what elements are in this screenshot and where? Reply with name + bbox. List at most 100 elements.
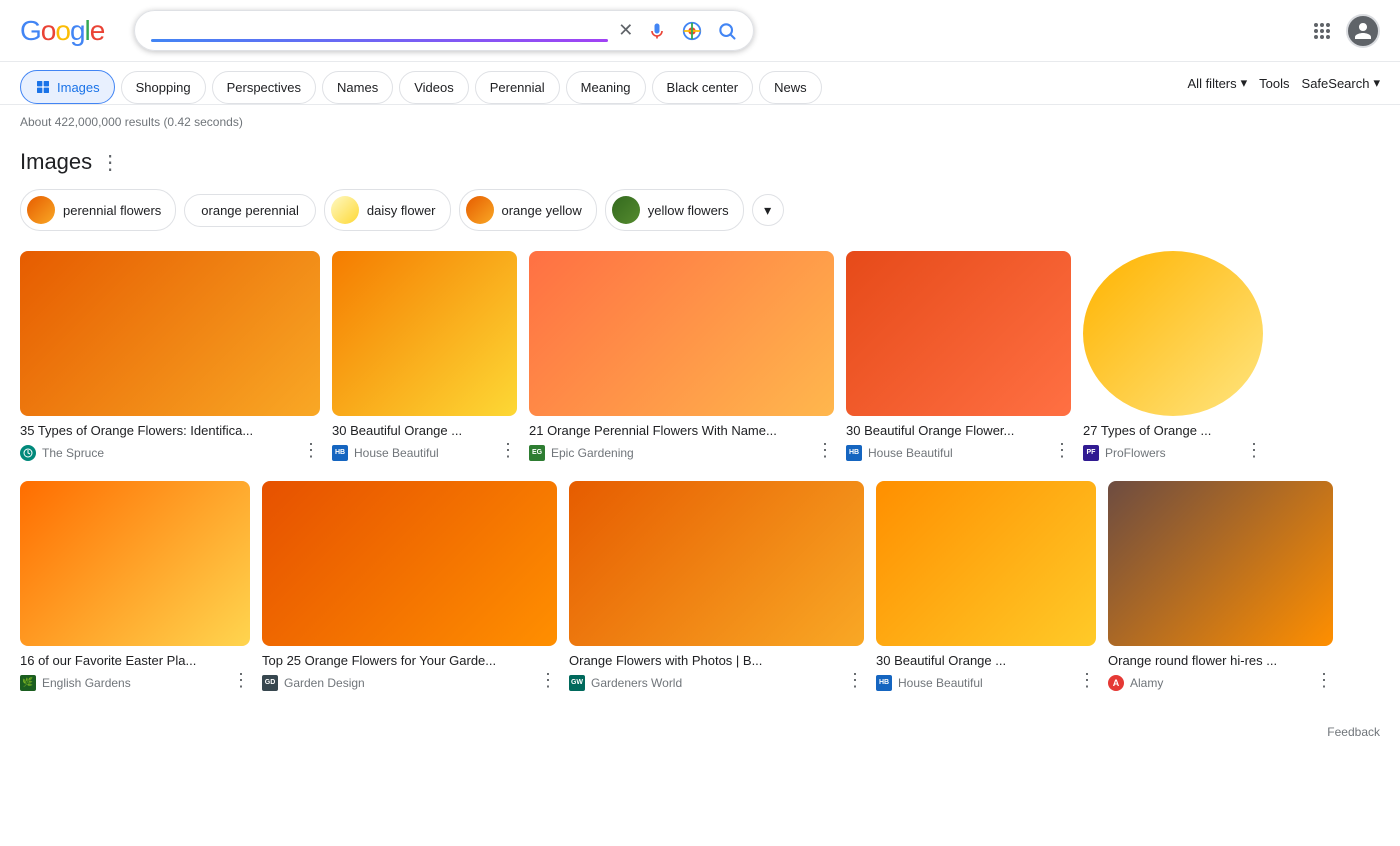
tools-button[interactable]: Tools	[1259, 76, 1289, 91]
card-source-row-5: PF ProFlowers ⋮	[1083, 440, 1263, 461]
tab-news[interactable]: News	[759, 71, 822, 104]
card-source-row-10: A Alamy ⋮	[1108, 670, 1333, 691]
card-menu-2[interactable]: ⋮	[499, 440, 517, 461]
image-chips: perennial flowers orange perennial daisy…	[20, 189, 1380, 231]
card-source-7: GD Garden Design	[262, 675, 365, 691]
card-source-1: The Spruce	[20, 445, 104, 461]
card-source-row-4: HB House Beautiful ⋮	[846, 440, 1071, 461]
card-menu-3[interactable]: ⋮	[816, 440, 834, 461]
tab-black-center-label: Black center	[667, 80, 739, 95]
card-title-10: Orange round flower hi-res ...	[1108, 652, 1333, 670]
tab-black-center[interactable]: Black center	[652, 71, 754, 104]
image-search-button[interactable]	[681, 20, 703, 42]
card-source-row-1: The Spruce ⋮	[20, 440, 320, 461]
chip-perennial-label: perennial flowers	[63, 203, 161, 218]
card-menu-1[interactable]: ⋮	[302, 440, 320, 461]
image-card-10[interactable]: Orange round flower hi-res ... A Alamy ⋮	[1108, 481, 1333, 691]
grid-dot	[1326, 23, 1330, 27]
image-card-1[interactable]: 35 Types of Orange Flowers: Identifica..…	[20, 251, 320, 461]
source-logo-1	[20, 445, 36, 461]
search-bar: round orange flower ✕	[134, 10, 754, 51]
image-grid-row-1: 35 Types of Orange Flowers: Identifica..…	[20, 251, 1380, 461]
tab-meaning-label: Meaning	[581, 80, 631, 95]
safesearch-button[interactable]: SafeSearch ▾	[1302, 75, 1380, 91]
apps-icon[interactable]	[1314, 23, 1330, 39]
tab-videos[interactable]: Videos	[399, 71, 469, 104]
chip-yellow-flowers[interactable]: yellow flowers	[605, 189, 744, 231]
tab-perennial[interactable]: Perennial	[475, 71, 560, 104]
chip-daisy-label: daisy flower	[367, 203, 436, 218]
card-title-8: Orange Flowers with Photos | B...	[569, 652, 864, 670]
image-card-6[interactable]: 16 of our Favorite Easter Pla... 🌿 Engli…	[20, 481, 250, 691]
search-input[interactable]: round orange flower	[151, 19, 608, 37]
source-logo-4: HB	[846, 445, 862, 461]
card-menu-10[interactable]: ⋮	[1315, 670, 1333, 691]
card-title-1: 35 Types of Orange Flowers: Identifica..…	[20, 422, 320, 440]
tab-meaning[interactable]: Meaning	[566, 71, 646, 104]
user-avatar[interactable]	[1346, 14, 1380, 48]
image-card-2[interactable]: 30 Beautiful Orange ... HB House Beautif…	[332, 251, 517, 461]
card-title-2: 30 Beautiful Orange ...	[332, 422, 517, 440]
source-logo-6: 🌿	[20, 675, 36, 691]
images-menu-icon[interactable]: ⋮	[100, 150, 120, 175]
card-menu-5[interactable]: ⋮	[1245, 440, 1263, 461]
image-placeholder-9	[876, 481, 1096, 646]
chip-orange-yellow[interactable]: orange yellow	[459, 189, 597, 231]
all-filters-button[interactable]: All filters ▾	[1188, 75, 1248, 91]
card-title-6: 16 of our Favorite Easter Pla...	[20, 652, 250, 670]
card-menu-7[interactable]: ⋮	[539, 670, 557, 691]
tab-names[interactable]: Names	[322, 71, 393, 104]
chip-yellow-flowers-img	[612, 196, 640, 224]
card-source-row-8: GW Gardeners World ⋮	[569, 670, 864, 691]
source-name-1: The Spruce	[42, 446, 104, 460]
card-source-2: HB House Beautiful	[332, 445, 439, 461]
grid-dot	[1320, 35, 1324, 39]
tools-label: Tools	[1259, 76, 1289, 91]
source-logo-8: GW	[569, 675, 585, 691]
grid-dot	[1314, 23, 1318, 27]
voice-search-button[interactable]	[647, 21, 667, 41]
image-card-3[interactable]: 21 Orange Perennial Flowers With Name...…	[529, 251, 834, 461]
card-source-6: 🌿 English Gardens	[20, 675, 131, 691]
card-source-row-7: GD Garden Design ⋮	[262, 670, 557, 691]
chip-perennial[interactable]: perennial flowers	[20, 189, 176, 231]
source-logo-5: PF	[1083, 445, 1099, 461]
image-wrapper-6	[20, 481, 250, 646]
card-source-row-6: 🌿 English Gardens ⋮	[20, 670, 250, 691]
image-placeholder-4	[846, 251, 1071, 416]
chip-daisy[interactable]: daisy flower	[324, 189, 451, 231]
clear-search-button[interactable]: ✕	[618, 20, 633, 41]
tab-images-label: Images	[57, 80, 100, 95]
tab-images[interactable]: Images	[20, 70, 115, 104]
image-card-8[interactable]: Orange Flowers with Photos | B... GW Gar…	[569, 481, 864, 691]
grid-dot	[1326, 29, 1330, 33]
tab-perspectives[interactable]: Perspectives	[212, 71, 316, 104]
grid-dot	[1314, 35, 1318, 39]
feedback-label: Feedback	[1327, 725, 1380, 739]
source-name-7: Garden Design	[284, 676, 365, 690]
card-menu-6[interactable]: ⋮	[232, 670, 250, 691]
source-logo-7: GD	[262, 675, 278, 691]
source-logo-9: HB	[876, 675, 892, 691]
card-menu-8[interactable]: ⋮	[846, 670, 864, 691]
source-logo-3: EG	[529, 445, 545, 461]
image-card-7[interactable]: Top 25 Orange Flowers for Your Garde... …	[262, 481, 557, 691]
search-submit-button[interactable]	[717, 21, 737, 41]
image-card-9[interactable]: 30 Beautiful Orange ... HB House Beautif…	[876, 481, 1096, 691]
chips-expand-button[interactable]: ▾	[752, 194, 784, 226]
image-wrapper-10	[1108, 481, 1333, 646]
image-card-4[interactable]: 30 Beautiful Orange Flower... HB House B…	[846, 251, 1071, 461]
chips-expand-icon: ▾	[764, 202, 771, 219]
grid-dot	[1320, 23, 1324, 27]
tab-perspectives-label: Perspectives	[227, 80, 301, 95]
chip-orange-perennial[interactable]: orange perennial	[184, 194, 316, 227]
image-card-5[interactable]: 27 Types of Orange ... PF ProFlowers ⋮	[1083, 251, 1263, 461]
tab-shopping[interactable]: Shopping	[121, 71, 206, 104]
logo-letter-o2: o	[55, 15, 70, 47]
chip-orange-yellow-label: orange yellow	[502, 203, 582, 218]
feedback[interactable]: Feedback	[0, 721, 1400, 743]
card-source-5: PF ProFlowers	[1083, 445, 1166, 461]
images-section: Images ⋮ perennial flowers orange perenn…	[0, 139, 1400, 721]
card-menu-4[interactable]: ⋮	[1053, 440, 1071, 461]
card-menu-9[interactable]: ⋮	[1078, 670, 1096, 691]
